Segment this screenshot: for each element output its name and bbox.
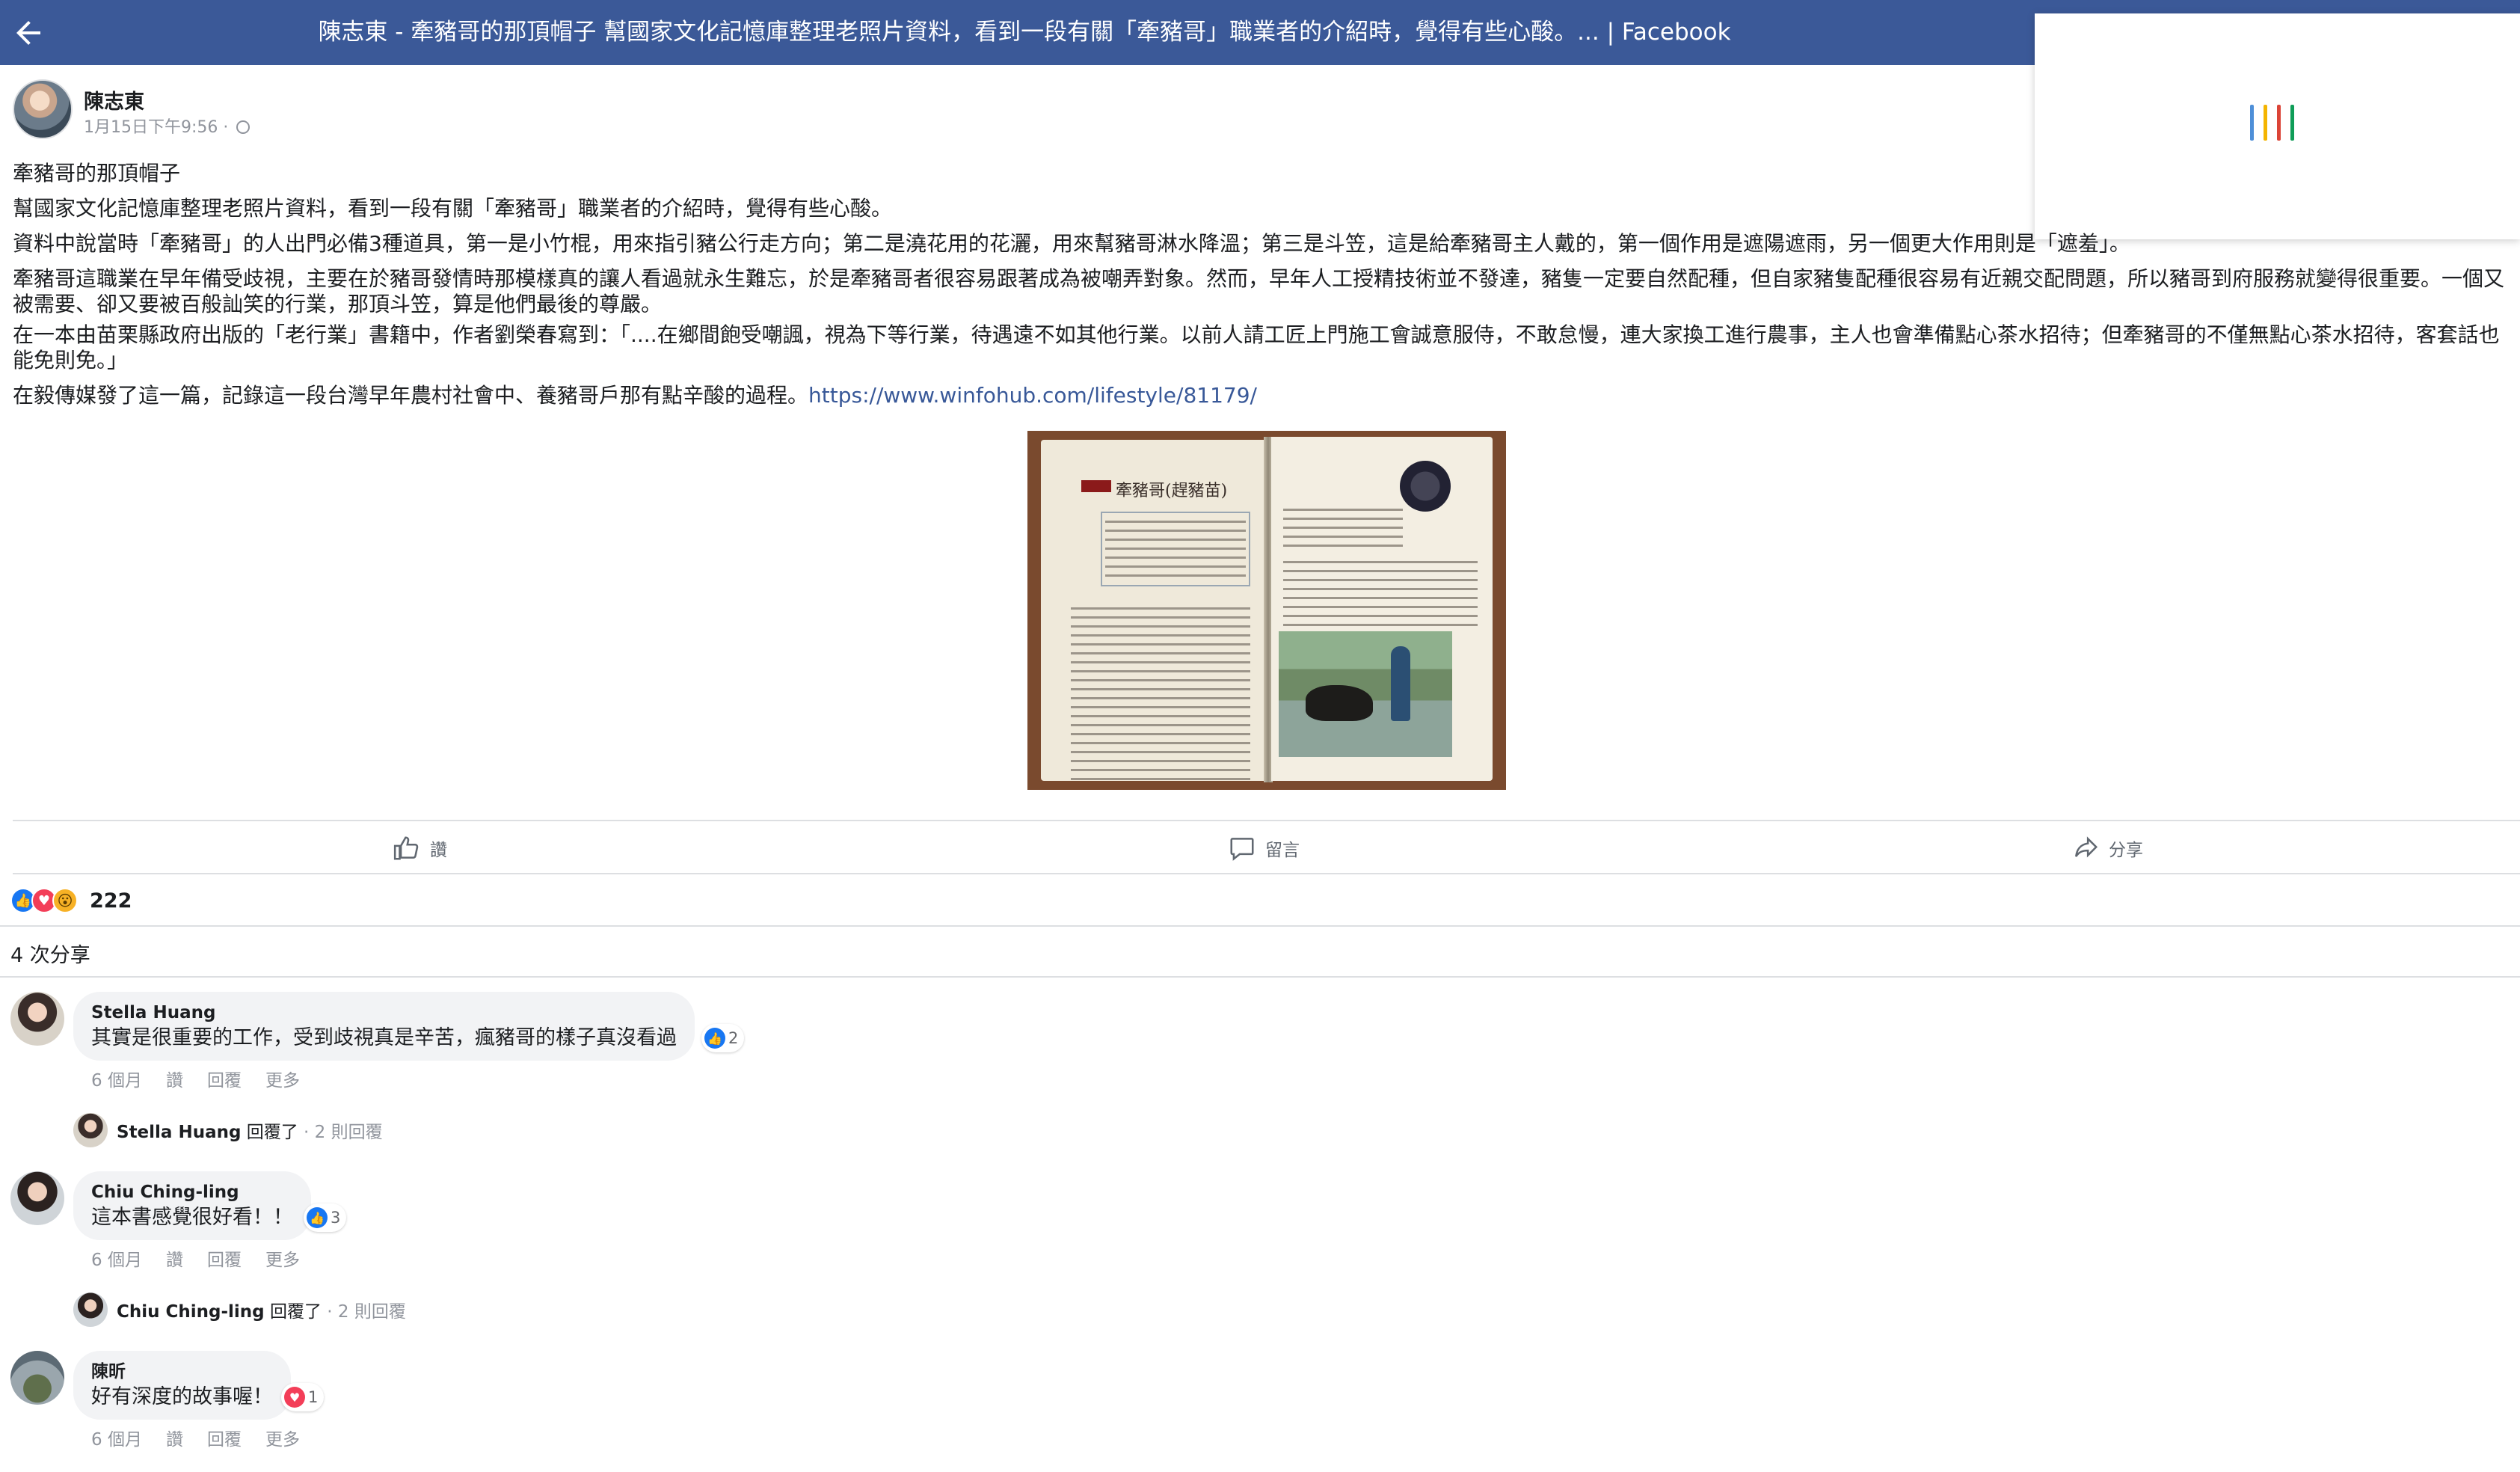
like-button[interactable]: 讚	[393, 821, 447, 874]
reply-author: Chiu Ching-ling	[117, 1302, 265, 1322]
comment-actions: 6 個月 讚 回覆 更多	[91, 1425, 300, 1450]
post-paragraph-with-link: 在毅傳媒發了這一篇，記錄這一段台灣早年農村社會中、養豬哥戶那有點辛酸的過程。ht…	[13, 378, 2510, 413]
commenter-avatar[interactable]	[10, 992, 64, 1046]
thumbs-up-icon	[393, 835, 419, 860]
back-arrow-icon[interactable]	[10, 15, 46, 51]
post-timestamp[interactable]: 1月15日下午9:56 ·	[84, 114, 251, 138]
shares-count[interactable]: 4 次分享	[10, 939, 90, 968]
reply-avatar	[73, 1113, 108, 1147]
comment-button[interactable]: 留言	[1228, 821, 1300, 874]
comment-reply-link[interactable]: 回覆	[207, 1066, 242, 1091]
reply-verb: 回覆了	[264, 1302, 322, 1322]
reply-avatar	[73, 1292, 108, 1327]
comment-more-link[interactable]: 更多	[265, 1425, 300, 1450]
commenter-name[interactable]: Stella Huang	[91, 1001, 677, 1025]
post-paragraph: 資料中說當時「牽豬哥」的人出門必備3種道具，第一是小竹棍，用來指引豬公行走方向；…	[13, 231, 2130, 256]
author-avatar[interactable]	[13, 79, 73, 139]
post-body: 牽豬哥的那頂帽子 幫國家文化記憶庫整理老照片資料，看到一段有關「牽豬哥」職業者的…	[13, 156, 2510, 413]
like-reaction-icon: 👍	[307, 1207, 328, 1228]
loading-spinner-icon	[2250, 105, 2310, 145]
comment-like-link[interactable]: 讚	[166, 1066, 183, 1091]
book-heading: 牽豬哥(趕豬苗)	[1116, 482, 1228, 500]
reactions-summary[interactable]: 👍 ♥ 😮 222	[10, 886, 132, 916]
post-time-text: 1月15日下午9:56 ·	[84, 118, 234, 137]
share-label: 分享	[2109, 840, 2143, 860]
comment-reply-link[interactable]: 回覆	[207, 1425, 242, 1450]
reaction-count: 222	[90, 889, 132, 913]
post-paragraph: 幫國家文化記憶庫整理老照片資料，看到一段有關「牽豬哥」職業者的介紹時，覺得有些心…	[13, 196, 893, 221]
comment-time[interactable]: 6 個月	[91, 1425, 142, 1450]
reply-verb: 回覆了	[241, 1123, 298, 1142]
like-reaction-icon: 👍	[704, 1028, 725, 1049]
post-paragraph-text: 在毅傳媒發了這一篇，記錄這一段台灣早年農村社會中、養豬哥戶那有點辛酸的過程。	[13, 383, 809, 408]
comment-reply-link[interactable]: 回覆	[207, 1245, 242, 1271]
book-text-lines	[1283, 561, 1478, 633]
farmer-figure	[1391, 646, 1410, 721]
comment-time[interactable]: 6 個月	[91, 1066, 142, 1091]
commenter-name[interactable]: 陳昕	[91, 1360, 273, 1384]
globe-icon	[236, 120, 251, 134]
reply-count: · 2 則回覆	[298, 1123, 383, 1142]
comment-label: 留言	[1265, 840, 1300, 860]
reply-author: Stella Huang	[117, 1123, 242, 1142]
commenter-name[interactable]: Chiu Ching-ling	[91, 1180, 293, 1204]
comment-icon	[1230, 837, 1254, 861]
view-replies-link[interactable]: Chiu Ching-ling 回覆了 · 2 則回覆	[73, 1292, 406, 1327]
comment-reaction-count: 1	[308, 1388, 319, 1406]
commenter-avatar[interactable]	[10, 1171, 64, 1225]
buffalo-figure	[1306, 685, 1373, 721]
comment-actions: 6 個月 讚 回覆 更多	[91, 1245, 300, 1271]
share-button[interactable]: 分享	[2071, 821, 2143, 874]
post-paragraph: 在一本由苗栗縣政府出版的「老行業」書籍中，作者劉榮春寫到：「....在鄉間飽受嘲…	[13, 322, 2500, 372]
comment-more-link[interactable]: 更多	[265, 1245, 300, 1271]
book-text-lines	[1283, 509, 1403, 553]
comment-like-link[interactable]: 讚	[166, 1425, 183, 1450]
reply-count: · 2 則回覆	[321, 1302, 406, 1322]
comment-reaction-badge[interactable]: 👍 2	[701, 1024, 745, 1052]
book-text-lines	[1071, 607, 1250, 787]
author-name[interactable]: 陳志東	[84, 85, 144, 114]
love-reaction-icon: ♥	[284, 1387, 305, 1408]
comment-reaction-count: 3	[331, 1209, 341, 1227]
divider	[0, 976, 2520, 978]
comment-reaction-badge[interactable]: ♥ 1	[281, 1383, 325, 1411]
post-photo[interactable]: 牽豬哥(趕豬苗)	[1027, 431, 1506, 790]
comment-bubble: 陳昕 好有深度的故事喔！	[73, 1351, 291, 1420]
view-replies-link[interactable]: Stella Huang 回覆了 · 2 則回覆	[73, 1113, 383, 1147]
commenter-avatar[interactable]	[10, 1351, 64, 1405]
book-text-lines	[1105, 521, 1246, 583]
book-red-marker	[1081, 480, 1111, 492]
like-label: 讚	[430, 840, 447, 860]
book-left-page: 牽豬哥(趕豬苗)	[1041, 440, 1265, 781]
book-circle-photo	[1400, 461, 1451, 512]
post-action-bar: 讚 留言 分享	[13, 820, 2520, 874]
comment-bubble: Stella Huang 其實是很重要的工作，受到歧視真是辛苦，瘋豬哥的樣子真沒…	[73, 992, 695, 1061]
post-paragraph: 牽豬哥這職業在早年備受歧視，主要在於豬哥發情時那模樣真的讓人看過就永生難忘，於是…	[13, 266, 2505, 316]
article-link[interactable]: https://www.winfohub.com/lifestyle/81179…	[808, 383, 1257, 408]
comment-like-link[interactable]: 讚	[166, 1245, 183, 1271]
comment-reaction-badge[interactable]: 👍 3	[304, 1203, 347, 1232]
wow-reaction-icon: 😮	[52, 888, 78, 913]
share-icon	[2075, 835, 2098, 858]
post-paragraph: 牽豬哥的那頂帽子	[13, 161, 181, 185]
page-title: 陳志東 - 牽豬哥的那頂帽子 幫國家文化記憶庫整理老照片資料，看到一段有關「牽豬…	[318, 19, 1731, 46]
comment-text: 其實是很重要的工作，受到歧視真是辛苦，瘋豬哥的樣子真沒看過	[91, 1026, 677, 1049]
comment-reaction-count: 2	[728, 1029, 739, 1047]
comment-more-link[interactable]: 更多	[265, 1066, 300, 1091]
book-buffalo-photo	[1279, 631, 1452, 757]
divider	[0, 925, 2520, 927]
comment-time[interactable]: 6 個月	[91, 1245, 142, 1271]
comment-text: 好有深度的故事喔！	[91, 1385, 273, 1408]
comment-actions: 6 個月 讚 回覆 更多	[91, 1066, 300, 1091]
book-right-page	[1271, 437, 1493, 781]
comment-text: 這本書感覺很好看！！	[91, 1206, 293, 1229]
comment-bubble: Chiu Ching-ling 這本書感覺很好看！！	[73, 1171, 311, 1240]
